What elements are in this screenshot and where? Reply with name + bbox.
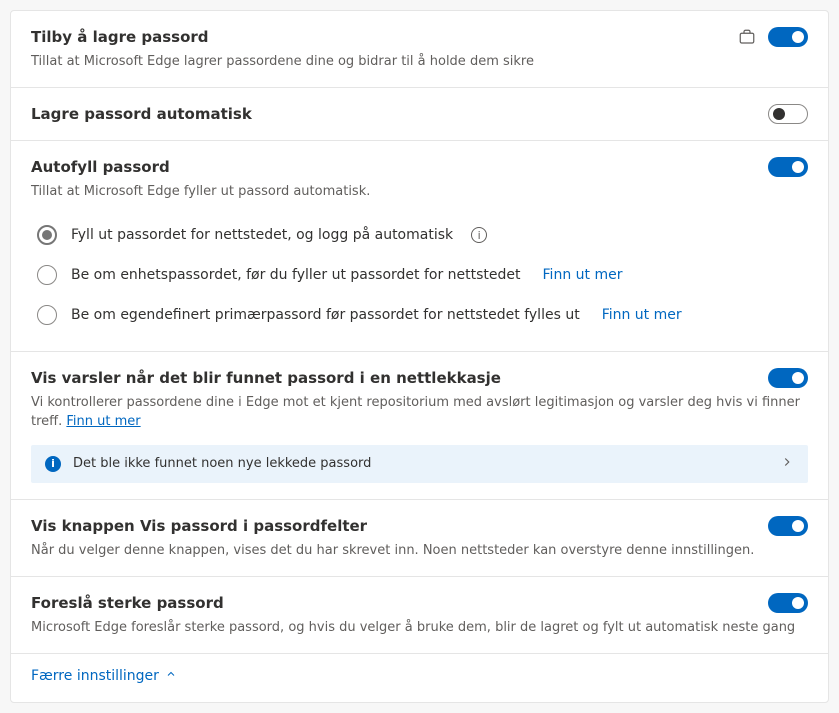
autofill-option-auto-signin[interactable]: Fyll ut passordet for nettstedet, og log… xyxy=(31,215,808,255)
info-icon[interactable]: i xyxy=(471,227,487,243)
offer-save-title: Tilby å lagre passord xyxy=(31,28,209,46)
leak-banner-text: Det ble ikke funnet noen nye lekkede pas… xyxy=(73,456,768,471)
briefcase-icon xyxy=(738,28,756,46)
radio-label: Be om enhetspassordet, før du fyller ut … xyxy=(71,267,521,283)
suggest-strong-toggle[interactable] xyxy=(768,593,808,613)
radio-icon[interactable] xyxy=(37,265,57,285)
learn-more-link[interactable]: Finn ut mer xyxy=(66,414,140,429)
section-reveal-button: Vis knappen Vis passord i passordfelter … xyxy=(11,500,828,577)
reveal-button-desc: Når du velger denne knappen, vises det d… xyxy=(31,542,808,560)
auto-save-title: Lagre passord automatisk xyxy=(31,105,252,123)
autofill-option-device-password[interactable]: Be om enhetspassordet, før du fyller ut … xyxy=(31,255,808,295)
radio-label: Fyll ut passordet for nettstedet, og log… xyxy=(71,227,453,243)
reveal-button-title: Vis knappen Vis passord i passordfelter xyxy=(31,517,367,535)
leak-alerts-desc: Vi kontrollerer passordene dine i Edge m… xyxy=(31,394,808,430)
auto-save-toggle[interactable] xyxy=(768,104,808,124)
radio-label: Be om egendefinert primærpassord før pas… xyxy=(71,307,580,323)
section-leak-alerts: Vis varsler når det blir funnet passord … xyxy=(11,352,828,499)
leak-alerts-toggle[interactable] xyxy=(768,368,808,388)
radio-icon[interactable] xyxy=(37,305,57,325)
info-icon: i xyxy=(45,456,61,472)
autofill-radio-group: Fyll ut passordet for nettstedet, og log… xyxy=(31,215,808,335)
section-autofill: Autofyll passord Tillat at Microsoft Edg… xyxy=(11,141,828,352)
leak-alerts-title: Vis varsler når det blir funnet passord … xyxy=(31,369,501,387)
autofill-desc: Tillat at Microsoft Edge fyller ut passo… xyxy=(31,183,808,201)
suggest-strong-title: Foreslå sterke passord xyxy=(31,594,224,612)
reveal-button-toggle[interactable] xyxy=(768,516,808,536)
password-settings-card: Tilby å lagre passord Tillat at Microsof… xyxy=(10,10,829,703)
section-offer-save: Tilby å lagre passord Tillat at Microsof… xyxy=(11,11,828,88)
leak-alerts-desc-text: Vi kontrollerer passordene dine i Edge m… xyxy=(31,395,800,428)
learn-more-link[interactable]: Finn ut mer xyxy=(602,307,682,323)
suggest-strong-desc: Microsoft Edge foreslår sterke passord, … xyxy=(31,619,808,637)
section-auto-save: Lagre passord automatisk xyxy=(11,88,828,141)
section-suggest-strong: Foreslå sterke passord Microsoft Edge fo… xyxy=(11,577,828,654)
offer-save-desc: Tillat at Microsoft Edge lagrer passorde… xyxy=(31,53,808,71)
chevron-up-icon xyxy=(165,668,177,684)
offer-save-toggle[interactable] xyxy=(768,27,808,47)
fewer-settings-link[interactable]: Færre innstillinger xyxy=(11,654,828,702)
learn-more-link[interactable]: Finn ut mer xyxy=(543,267,623,283)
autofill-toggle[interactable] xyxy=(768,157,808,177)
radio-icon[interactable] xyxy=(37,225,57,245)
fewer-settings-label: Færre innstillinger xyxy=(31,668,159,684)
autofill-title: Autofyll passord xyxy=(31,158,170,176)
autofill-option-primary-password[interactable]: Be om egendefinert primærpassord før pas… xyxy=(31,295,808,335)
leak-info-banner[interactable]: i Det ble ikke funnet noen nye lekkede p… xyxy=(31,445,808,483)
chevron-right-icon xyxy=(780,455,794,473)
